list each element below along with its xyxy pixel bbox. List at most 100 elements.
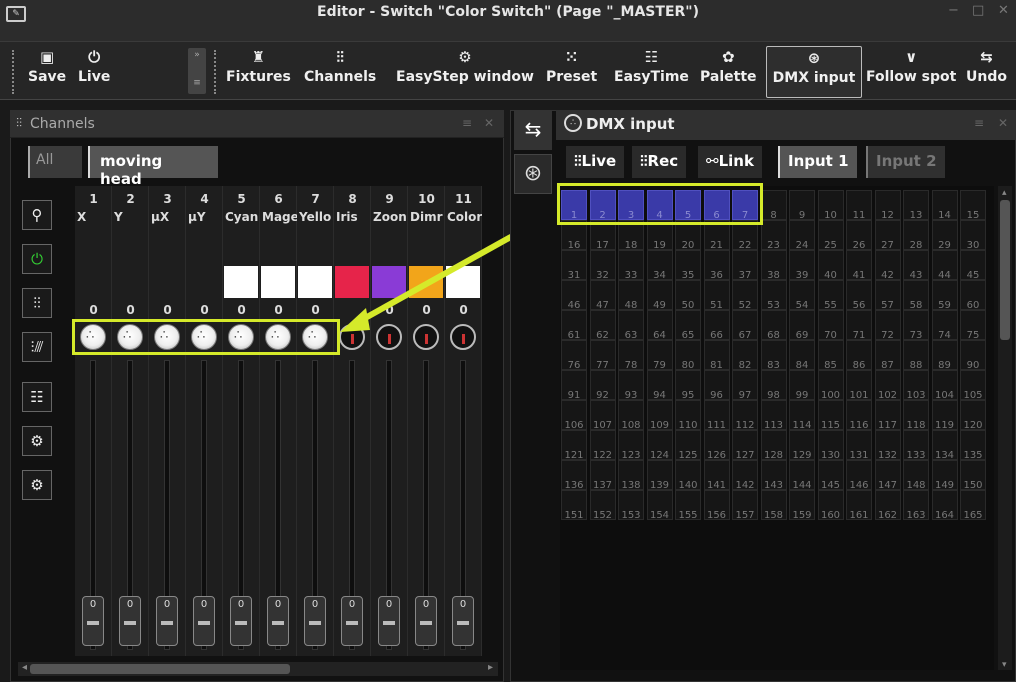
live-button[interactable]: ⏻ Live [78, 46, 110, 98]
dmx-cell[interactable]: 75 [960, 310, 986, 341]
dmx-cell[interactable]: 42 [874, 250, 901, 281]
dmx-cell[interactable]: 100 [817, 370, 844, 401]
dmx-cell[interactable]: 58 [903, 280, 929, 311]
dmx-cell[interactable]: 90 [960, 340, 986, 371]
easytime-button[interactable]: ☷ EasyTime [614, 46, 689, 98]
dmx-cell[interactable]: 50 [675, 280, 701, 311]
dmx-cell[interactable]: 116 [846, 400, 872, 431]
dmx-cell[interactable]: 133 [903, 430, 929, 461]
dmx-cell[interactable]: 89 [931, 340, 958, 371]
dmx-cell[interactable]: 76 [561, 340, 587, 371]
dmx-cell[interactable]: 38 [760, 250, 787, 281]
dmx-cell[interactable]: 87 [874, 340, 901, 371]
scroll-down-icon[interactable]: ▾ [1002, 660, 1007, 670]
dmx-cell[interactable]: 28 [903, 220, 929, 251]
dmx-cell[interactable]: 130 [817, 430, 844, 461]
dmx-cell[interactable]: 164 [931, 490, 958, 521]
dmx-cell[interactable]: 101 [846, 370, 872, 401]
dmx-cell[interactable]: 93 [618, 370, 644, 401]
fader-handle[interactable]: 0 [304, 596, 326, 646]
dmx-cell[interactable]: 156 [703, 490, 730, 521]
dmx-cell[interactable]: 129 [789, 430, 815, 461]
dmx-cell[interactable]: 138 [618, 460, 644, 491]
tab-all[interactable]: All [28, 146, 82, 178]
dmx-cell[interactable]: 165 [960, 490, 986, 521]
dmx-cell[interactable]: 57 [874, 280, 901, 311]
dmx-cell[interactable]: 10 [817, 190, 844, 221]
dmx-cell[interactable]: 44 [931, 250, 958, 281]
dmx-cell[interactable]: 124 [646, 430, 673, 461]
dmx-cell[interactable]: 36 [703, 250, 730, 281]
fader-handle[interactable]: 0 [82, 596, 104, 646]
dmx-cell[interactable]: 123 [618, 430, 644, 461]
dmx-cell[interactable]: 158 [760, 490, 787, 521]
dmx-cell[interactable]: 60 [960, 280, 986, 311]
fader-handle[interactable]: 0 [119, 596, 141, 646]
dmx-cell[interactable]: 31 [561, 250, 587, 281]
preset-button[interactable]: ⁙ Preset [546, 46, 597, 98]
dmx-cell[interactable]: 54 [789, 280, 815, 311]
dmx-cell[interactable]: 154 [646, 490, 673, 521]
dmx-cell[interactable]: 155 [675, 490, 701, 521]
dmx-cell[interactable]: 84 [789, 340, 815, 371]
dmx-cell[interactable]: 120 [960, 400, 986, 431]
dmx-cell[interactable]: 8 [760, 190, 787, 221]
dmx-cell[interactable]: 67 [732, 310, 758, 341]
dmx-cell[interactable]: 150 [960, 460, 986, 491]
dmx-cell[interactable]: 152 [589, 490, 616, 521]
swap-icon[interactable]: ⇆ [514, 110, 552, 150]
dmx-cell[interactable]: 11 [846, 190, 872, 221]
dmx-cell[interactable]: 114 [789, 400, 815, 431]
dmx-cell[interactable]: 117 [874, 400, 901, 431]
dmx-cell[interactable]: 43 [903, 250, 929, 281]
panel-menu-icon[interactable]: ≡ [974, 116, 984, 130]
dmx-cell[interactable]: 94 [646, 370, 673, 401]
dmx-cell[interactable]: 25 [817, 220, 844, 251]
dmx-cell[interactable]: 144 [789, 460, 815, 491]
dmx-cell[interactable]: 9 [789, 190, 815, 221]
scrollbar-thumb[interactable] [1000, 200, 1010, 340]
fader-handle[interactable]: 0 [267, 596, 289, 646]
dmx-cell[interactable]: 40 [817, 250, 844, 281]
dmx-cell[interactable]: 145 [817, 460, 844, 491]
scroll-right-icon[interactable]: ▸ [488, 662, 493, 673]
dmx-cell[interactable]: 13 [903, 190, 929, 221]
tab-live[interactable]: ⫶⫶Live [566, 146, 625, 178]
dmx-cell[interactable]: 132 [874, 430, 901, 461]
dmx-cell[interactable]: 91 [561, 370, 587, 401]
dmx-cell[interactable]: 108 [618, 400, 644, 431]
easystep-button[interactable]: ⚙ EasyStep window [396, 46, 534, 98]
dmx-cell[interactable]: 106 [561, 400, 587, 431]
dmx-cell[interactable]: 70 [817, 310, 844, 341]
dmx-cell[interactable]: 77 [589, 340, 616, 371]
dmx-cell[interactable]: 26 [846, 220, 872, 251]
timeline-icon[interactable]: ☷ [22, 382, 52, 412]
panel-menu-icon[interactable]: ≡ [462, 116, 472, 130]
dmx-cell[interactable]: 88 [903, 340, 929, 371]
dmx-cell[interactable]: 33 [618, 250, 644, 281]
dmx-cell[interactable]: 27 [874, 220, 901, 251]
dmx-cell[interactable]: 102 [874, 370, 901, 401]
dmx-cell[interactable]: 118 [903, 400, 929, 431]
dmx-cell[interactable]: 139 [646, 460, 673, 491]
power-icon[interactable]: ⏻ [22, 244, 52, 274]
minimize-button[interactable]: − [948, 3, 959, 18]
dmx-cell[interactable]: 160 [817, 490, 844, 521]
easystep-up-icon[interactable]: ⚙ [22, 470, 52, 500]
fixtures-button[interactable]: ♜ Fixtures [226, 46, 291, 98]
dmx-cell[interactable]: 121 [561, 430, 587, 461]
dmx-cell[interactable]: 65 [675, 310, 701, 341]
tab-moving-head[interactable]: moving head [88, 146, 218, 188]
dmx-cell[interactable]: 35 [675, 250, 701, 281]
dmx-cell[interactable]: 92 [589, 370, 616, 401]
fixture-knob-icon[interactable]: ⚲ [22, 200, 52, 230]
tab-input-1[interactable]: Input 1 [778, 146, 857, 178]
sliders-edit-icon[interactable]: ⫶⫻ [22, 332, 52, 362]
dmx-cell[interactable]: 74 [931, 310, 958, 341]
dmx-cell[interactable]: 141 [703, 460, 730, 491]
fader-handle[interactable]: 0 [341, 596, 363, 646]
dmx-cell[interactable]: 55 [817, 280, 844, 311]
dmx-cell[interactable]: 127 [732, 430, 758, 461]
panel-close-icon[interactable]: ✕ [998, 116, 1008, 130]
dmx-cell[interactable]: 53 [760, 280, 787, 311]
